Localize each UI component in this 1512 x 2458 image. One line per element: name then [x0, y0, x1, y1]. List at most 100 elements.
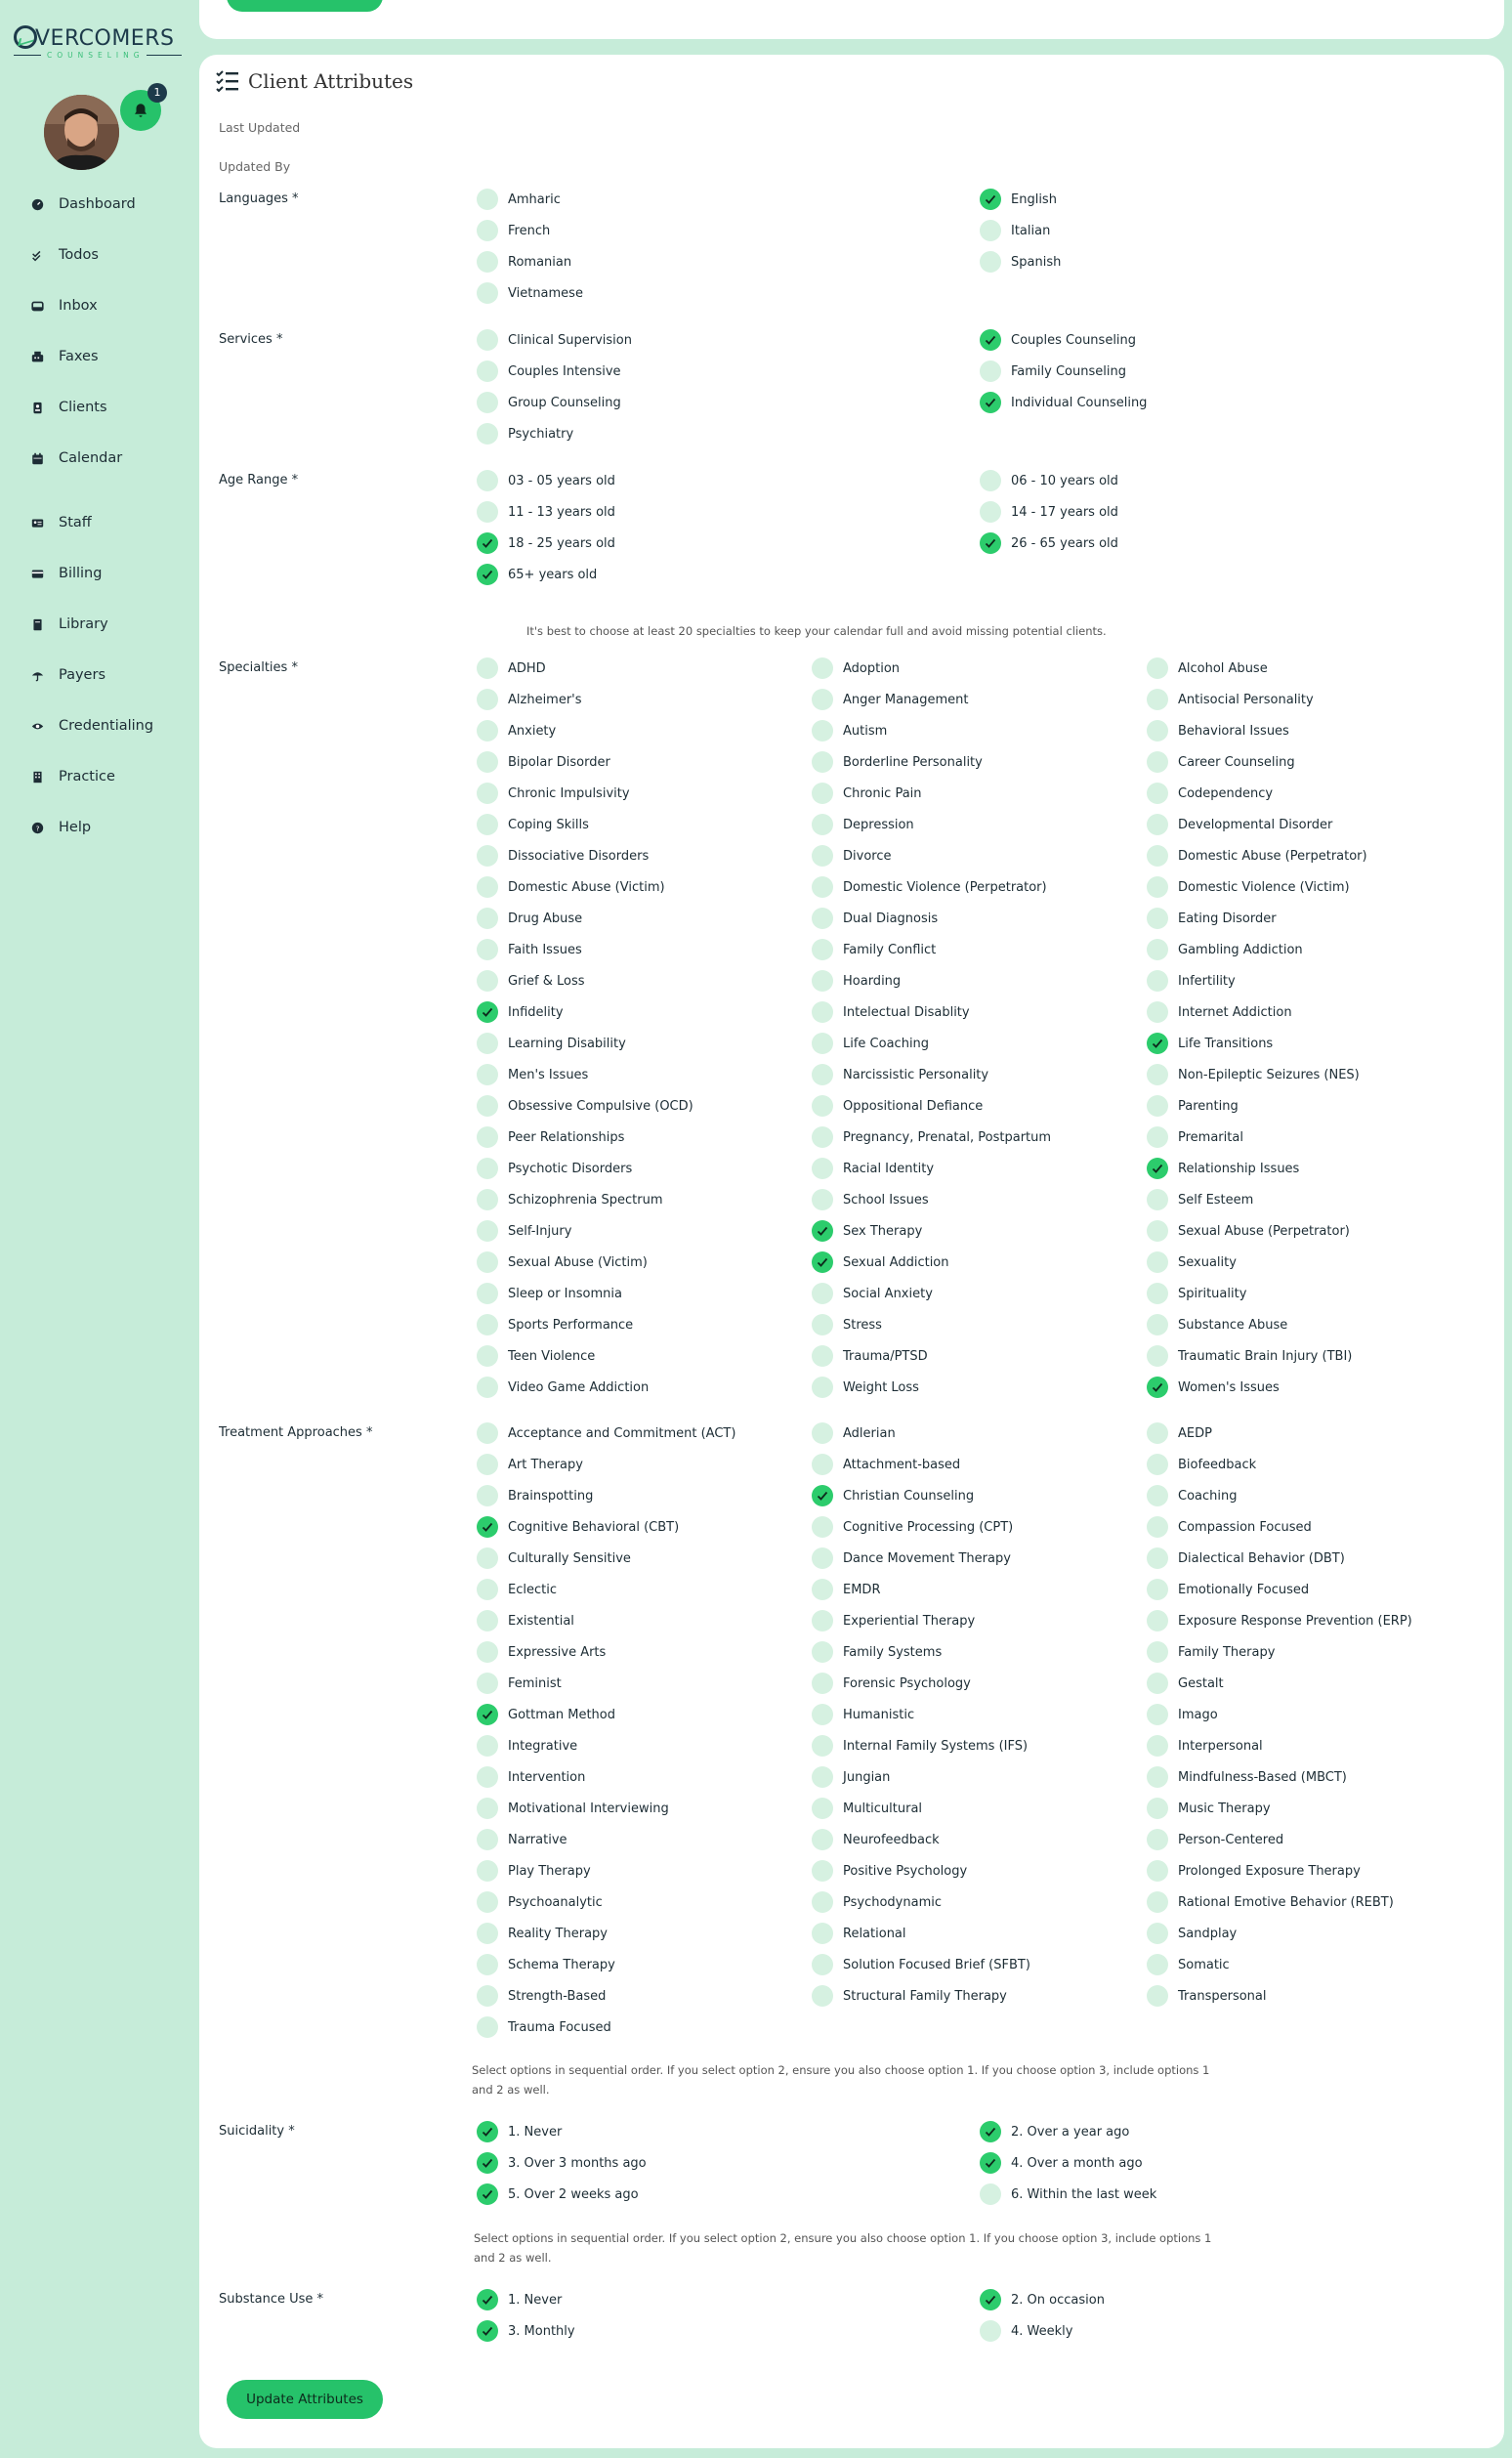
checkbox-checked-icon[interactable]: [980, 189, 1001, 210]
checkbox-unchecked-icon[interactable]: [980, 2320, 1001, 2342]
specialties-option[interactable]: Coping Skills: [477, 814, 589, 835]
checkbox-unchecked-icon[interactable]: [1147, 783, 1168, 804]
specialties-option[interactable]: Narcissistic Personality: [812, 1064, 988, 1085]
treatment-option[interactable]: Experiential Therapy: [812, 1610, 975, 1632]
specialties-option[interactable]: Obsessive Compulsive (OCD): [477, 1095, 693, 1117]
checkbox-unchecked-icon[interactable]: [477, 423, 498, 445]
specialties-option[interactable]: Psychotic Disorders: [477, 1158, 632, 1179]
checkbox-unchecked-icon[interactable]: [812, 1891, 833, 1913]
checkbox-unchecked-icon[interactable]: [812, 1923, 833, 1944]
checkbox-unchecked-icon[interactable]: [477, 1579, 498, 1600]
treatment-option[interactable]: Play Therapy: [477, 1860, 591, 1882]
languages-option[interactable]: English: [980, 189, 1057, 210]
checkbox-unchecked-icon[interactable]: [477, 220, 498, 241]
checkbox-unchecked-icon[interactable]: [477, 1923, 498, 1944]
checkbox-unchecked-icon[interactable]: [1147, 1735, 1168, 1757]
suicidality-option[interactable]: 3. Over 3 months ago: [477, 2152, 647, 2174]
checkbox-unchecked-icon[interactable]: [812, 845, 833, 867]
specialties-option[interactable]: Faith Issues: [477, 939, 582, 960]
checkbox-unchecked-icon[interactable]: [1147, 1345, 1168, 1367]
checkbox-unchecked-icon[interactable]: [812, 1064, 833, 1085]
treatment-option[interactable]: Person-Centered: [1147, 1829, 1283, 1850]
age-range-option[interactable]: 26 - 65 years old: [980, 532, 1118, 554]
languages-option[interactable]: Amharic: [477, 189, 561, 210]
checkbox-unchecked-icon[interactable]: [477, 1829, 498, 1850]
specialties-option[interactable]: Life Transitions: [1147, 1033, 1273, 1054]
specialties-option[interactable]: Grief & Loss: [477, 970, 585, 992]
checkbox-unchecked-icon[interactable]: [1147, 1001, 1168, 1023]
specialties-option[interactable]: Sleep or Insomnia: [477, 1283, 622, 1304]
checkbox-unchecked-icon[interactable]: [1147, 1454, 1168, 1475]
checkbox-unchecked-icon[interactable]: [477, 720, 498, 742]
checkbox-unchecked-icon[interactable]: [477, 392, 498, 413]
treatment-option[interactable]: Mindfulness-Based (MBCT): [1147, 1766, 1347, 1788]
checkbox-checked-icon[interactable]: [477, 2320, 498, 2342]
specialties-option[interactable]: Infertility: [1147, 970, 1236, 992]
treatment-option[interactable]: Trauma Focused: [477, 2016, 611, 2038]
treatment-option[interactable]: Psychodynamic: [812, 1891, 942, 1913]
checkbox-unchecked-icon[interactable]: [477, 939, 498, 960]
specialties-option[interactable]: Racial Identity: [812, 1158, 934, 1179]
specialties-option[interactable]: Relationship Issues: [1147, 1158, 1299, 1179]
treatment-option[interactable]: Transpersonal: [1147, 1985, 1267, 2007]
checkbox-unchecked-icon[interactable]: [980, 2183, 1001, 2205]
checkbox-unchecked-icon[interactable]: [812, 1673, 833, 1694]
checkbox-unchecked-icon[interactable]: [1147, 1126, 1168, 1148]
specialties-option[interactable]: Learning Disability: [477, 1033, 626, 1054]
treatment-option[interactable]: Cognitive Behavioral (CBT): [477, 1516, 679, 1538]
treatment-option[interactable]: Dance Movement Therapy: [812, 1547, 1011, 1569]
checkbox-unchecked-icon[interactable]: [477, 783, 498, 804]
checkbox-unchecked-icon[interactable]: [812, 939, 833, 960]
substance-option[interactable]: 4. Weekly: [980, 2320, 1072, 2342]
specialties-option[interactable]: Traumatic Brain Injury (TBI): [1147, 1345, 1352, 1367]
checkbox-unchecked-icon[interactable]: [477, 1251, 498, 1273]
languages-option[interactable]: French: [477, 220, 550, 241]
brand-logo[interactable]: VERCOMERS COUNSELING: [14, 25, 182, 64]
suicidality-option[interactable]: 5. Over 2 weeks ago: [477, 2183, 639, 2205]
specialties-option[interactable]: ADHD: [477, 657, 546, 679]
services-option[interactable]: Clinical Supervision: [477, 329, 632, 351]
checkbox-unchecked-icon[interactable]: [812, 1126, 833, 1148]
checkbox-unchecked-icon[interactable]: [812, 1422, 833, 1444]
treatment-option[interactable]: Culturally Sensitive: [477, 1547, 631, 1569]
checkbox-unchecked-icon[interactable]: [812, 970, 833, 992]
specialties-option[interactable]: Peer Relationships: [477, 1126, 624, 1148]
checkbox-unchecked-icon[interactable]: [477, 1798, 498, 1819]
specialties-option[interactable]: Video Game Addiction: [477, 1377, 649, 1398]
checkbox-checked-icon[interactable]: [1147, 1033, 1168, 1054]
treatment-option[interactable]: Compassion Focused: [1147, 1516, 1312, 1538]
checkbox-unchecked-icon[interactable]: [812, 876, 833, 898]
checkbox-unchecked-icon[interactable]: [812, 1954, 833, 1975]
checkbox-unchecked-icon[interactable]: [477, 1158, 498, 1179]
checkbox-checked-icon[interactable]: [477, 1704, 498, 1725]
specialties-option[interactable]: Codependency: [1147, 783, 1273, 804]
treatment-option[interactable]: Somatic: [1147, 1954, 1230, 1975]
checkbox-unchecked-icon[interactable]: [1147, 1251, 1168, 1273]
checkbox-checked-icon[interactable]: [1147, 1377, 1168, 1398]
treatment-option[interactable]: Family Therapy: [1147, 1641, 1275, 1663]
checkbox-unchecked-icon[interactable]: [477, 1126, 498, 1148]
treatment-option[interactable]: Neurofeedback: [812, 1829, 940, 1850]
specialties-option[interactable]: Stress: [812, 1314, 882, 1335]
treatment-option[interactable]: Gottman Method: [477, 1704, 615, 1725]
treatment-option[interactable]: Existential: [477, 1610, 574, 1632]
checkbox-unchecked-icon[interactable]: [1147, 1610, 1168, 1632]
treatment-option[interactable]: Forensic Psychology: [812, 1673, 971, 1694]
checkbox-unchecked-icon[interactable]: [812, 1377, 833, 1398]
specialties-option[interactable]: Developmental Disorder: [1147, 814, 1332, 835]
checkbox-checked-icon[interactable]: [980, 2121, 1001, 2142]
checkbox-unchecked-icon[interactable]: [812, 1798, 833, 1819]
checkbox-checked-icon[interactable]: [812, 1251, 833, 1273]
treatment-option[interactable]: Positive Psychology: [812, 1860, 967, 1882]
nav-todos[interactable]: Todos: [27, 242, 193, 268]
languages-option[interactable]: Italian: [980, 220, 1050, 241]
treatment-option[interactable]: Brainspotting: [477, 1485, 593, 1506]
nav-library[interactable]: Library: [27, 612, 193, 637]
checkbox-unchecked-icon[interactable]: [812, 657, 833, 679]
checkbox-unchecked-icon[interactable]: [812, 1735, 833, 1757]
checkbox-unchecked-icon[interactable]: [980, 470, 1001, 491]
specialties-option[interactable]: Domestic Violence (Victim): [1147, 876, 1350, 898]
substance-option[interactable]: 2. On occasion: [980, 2289, 1105, 2310]
suicidality-option[interactable]: 4. Over a month ago: [980, 2152, 1143, 2174]
checkbox-unchecked-icon[interactable]: [477, 1064, 498, 1085]
